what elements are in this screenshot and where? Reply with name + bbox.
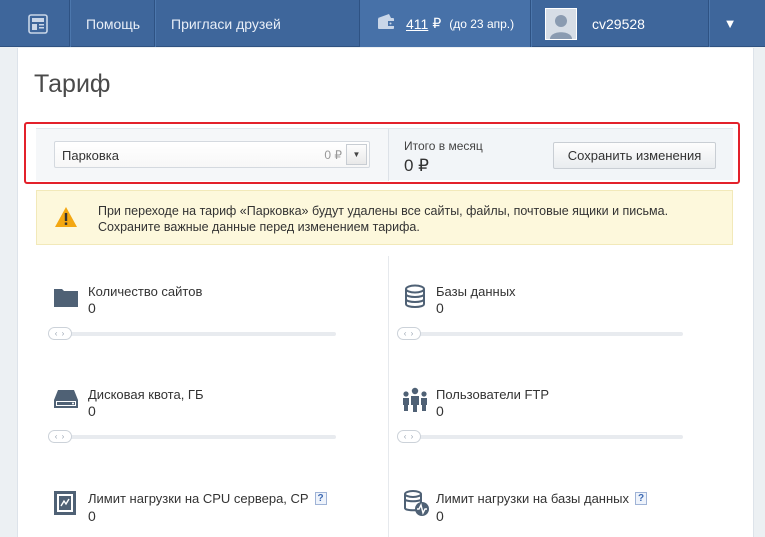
save-changes-button[interactable]: Сохранить изменения [553, 142, 716, 169]
tariff-select-price: 0 ₽ [324, 148, 342, 162]
warning-line-2: Сохраните важные данные перед изменением… [98, 220, 420, 234]
folder-icon [53, 286, 79, 308]
slider-handle[interactable]: ‹ › [397, 327, 421, 340]
balance-amount[interactable]: 411 [406, 16, 428, 32]
top-navigation-bar: Помощь Пригласи друзей 411 ₽ (до 23 апр.… [0, 0, 765, 47]
stat-label-disk: Дисковая квота, ГБ [88, 387, 204, 402]
cpu-icon [53, 490, 79, 515]
stat-label-ftp: Пользователи FTP [436, 387, 550, 402]
total-label: Итого в месяц [404, 139, 483, 153]
divider [388, 129, 389, 181]
balance-widget[interactable]: 411 ₽ (до 23 апр.) [360, 0, 530, 47]
topbar-separator [154, 0, 155, 47]
help-icon[interactable]: ? [635, 492, 648, 505]
ftp-slider[interactable]: ‹ › [397, 430, 683, 443]
warning-text: При переходе на тариф «Парковка» будут у… [98, 203, 668, 235]
stat-value-sites: 0 [88, 300, 96, 316]
stat-value-db-load: 0 [436, 508, 444, 524]
slider-handle[interactable]: ‹ › [397, 430, 421, 443]
topbar-separator [69, 0, 70, 47]
tariff-bar: Парковка 0 ₽ ▼ Итого в месяц 0 ₽ Сохрани… [36, 128, 733, 181]
column-divider [388, 256, 389, 537]
total-value: 0 ₽ [404, 156, 429, 175]
chevron-down-icon[interactable]: ▼ [710, 0, 750, 47]
topbar-separator [708, 0, 709, 47]
tariff-select-area: Парковка 0 ₽ ▼ [36, 129, 388, 181]
tariff-select[interactable]: Парковка 0 ₽ ▼ [54, 141, 370, 168]
user-menu[interactable]: cv29528 [530, 0, 710, 47]
databases-slider[interactable]: ‹ › [397, 327, 683, 340]
tariff-select-value: Парковка [62, 148, 119, 163]
user-avatar-icon [545, 7, 577, 40]
chevron-down-icon[interactable]: ▼ [346, 144, 367, 165]
users-group-icon [401, 386, 427, 412]
help-icon[interactable]: ? [314, 492, 327, 505]
disk-slider[interactable]: ‹ › [48, 430, 336, 443]
stat-label-cpu: Лимит нагрузки на CPU сервера, CP? [88, 491, 327, 506]
hard-drive-icon [53, 388, 79, 410]
balance-currency: ₽ [432, 15, 442, 31]
slider-handle[interactable]: ‹ › [48, 327, 72, 340]
slider-handle[interactable]: ‹ › [48, 430, 72, 443]
wallet-icon [376, 12, 396, 35]
database-icon [402, 284, 428, 308]
stat-label-sites: Количество сайтов [88, 284, 203, 299]
stat-label-databases: Базы данных [436, 284, 516, 299]
page-title: Тариф [34, 70, 111, 98]
stat-label-db-load-text: Лимит нагрузки на базы данных [436, 491, 630, 506]
warning-line-1: При переходе на тариф «Парковка» будут у… [98, 204, 669, 218]
username[interactable]: cv29528 [592, 16, 645, 32]
balance-until: (до 23 апр.) [449, 16, 515, 31]
help-link[interactable]: Помощь [86, 0, 140, 47]
warning-banner: При переходе на тариф «Парковка» будут у… [36, 190, 733, 245]
stat-value-cpu: 0 [88, 508, 96, 524]
stat-label-db-load: Лимит нагрузки на базы данных? [436, 491, 648, 506]
database-load-icon [402, 489, 429, 516]
stat-value-disk: 0 [88, 403, 96, 419]
stat-label-cpu-text: Лимит нагрузки на CPU сервера, CP [88, 491, 309, 506]
stat-value-databases: 0 [436, 300, 444, 316]
sites-slider[interactable]: ‹ › [48, 327, 336, 340]
invite-friends-link[interactable]: Пригласи друзей [171, 0, 281, 47]
warning-triangle-icon [54, 206, 78, 228]
site-logo-icon[interactable] [20, 0, 56, 47]
stat-value-ftp: 0 [436, 403, 444, 419]
